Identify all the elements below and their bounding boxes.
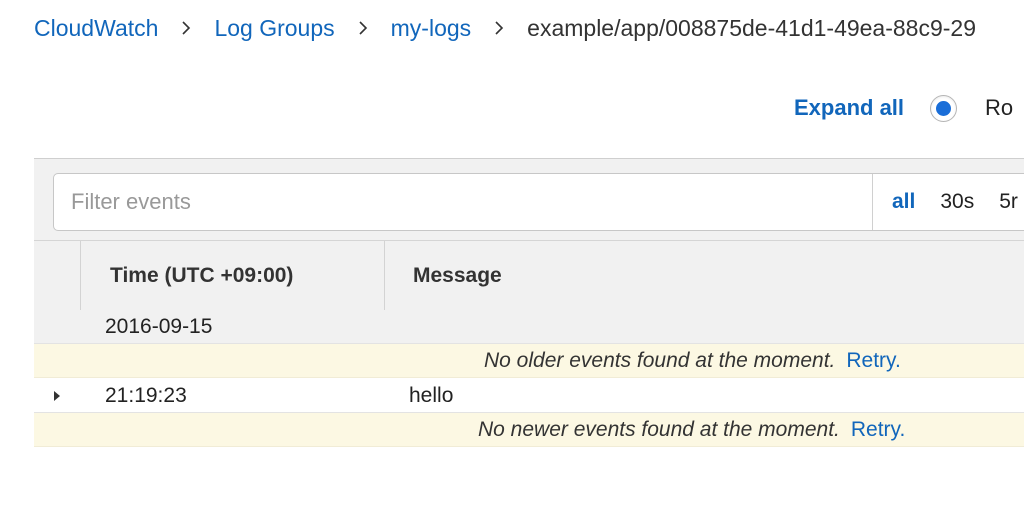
chevron-right-icon: [471, 20, 527, 36]
range-option-30s[interactable]: 30s: [940, 190, 974, 214]
breadcrumb-log-groups[interactable]: Log Groups: [214, 15, 334, 42]
date-group-label: 2016-09-15: [105, 315, 213, 338]
older-events-notice: No older events found at the moment. Ret…: [34, 344, 1024, 378]
table-header-row: Time (UTC +09:00) Message: [34, 241, 1024, 311]
breadcrumb-cloudwatch[interactable]: CloudWatch: [34, 15, 158, 42]
caret-right-icon[interactable]: [53, 390, 61, 402]
column-divider: [384, 241, 385, 311]
filter-box: all 30s 5r: [53, 173, 1024, 231]
breadcrumb: CloudWatch Log Groups my-logs example/ap…: [34, 12, 976, 44]
newer-events-notice: No newer events found at the moment. Ret…: [34, 413, 1024, 447]
breadcrumb-current-stream: example/app/008875de-41d1-49ea-88c9-29: [527, 14, 977, 41]
radio-checked-indicator: [936, 100, 952, 116]
date-group-row: 2016-09-15: [34, 310, 1024, 344]
log-events-panel: all 30s 5r Time (UTC +09:00) Message: [34, 158, 1024, 311]
newer-notice-content: No newer events found at the moment. Ret…: [478, 413, 905, 447]
view-controls: Expand all Ro: [794, 92, 1013, 124]
chevron-right-icon: [335, 20, 391, 36]
table-row[interactable]: 21:19:23 hello: [34, 379, 1024, 413]
chevron-right-icon: [158, 20, 214, 36]
column-header-message[interactable]: Message: [413, 241, 502, 311]
column-header-time[interactable]: Time (UTC +09:00): [110, 241, 293, 311]
range-option-5m[interactable]: 5r: [999, 190, 1018, 214]
newer-notice-text: No newer events found at the moment.: [478, 418, 840, 441]
event-time: 21:19:23: [105, 384, 187, 407]
range-option-all[interactable]: all: [892, 190, 915, 214]
time-range-options: all 30s 5r: [892, 174, 1024, 230]
retry-older-link[interactable]: Retry.: [846, 349, 900, 373]
column-divider: [80, 241, 81, 311]
event-message: hello: [409, 384, 454, 407]
older-notice-content: No older events found at the moment. Ret…: [484, 344, 901, 378]
filter-events-input[interactable]: [54, 174, 872, 230]
retry-newer-link[interactable]: Retry.: [851, 418, 905, 442]
expand-all-button[interactable]: Expand all: [794, 95, 904, 121]
filter-row: all 30s 5r: [34, 159, 1024, 241]
breadcrumb-my-logs[interactable]: my-logs: [391, 15, 472, 42]
filter-divider: [872, 174, 873, 230]
view-mode-radio-label[interactable]: Ro: [985, 95, 1013, 121]
cloudwatch-log-events-page: CloudWatch Log Groups my-logs example/ap…: [0, 0, 1024, 511]
view-mode-radio[interactable]: [930, 94, 958, 122]
older-notice-text: No older events found at the moment.: [484, 349, 836, 372]
